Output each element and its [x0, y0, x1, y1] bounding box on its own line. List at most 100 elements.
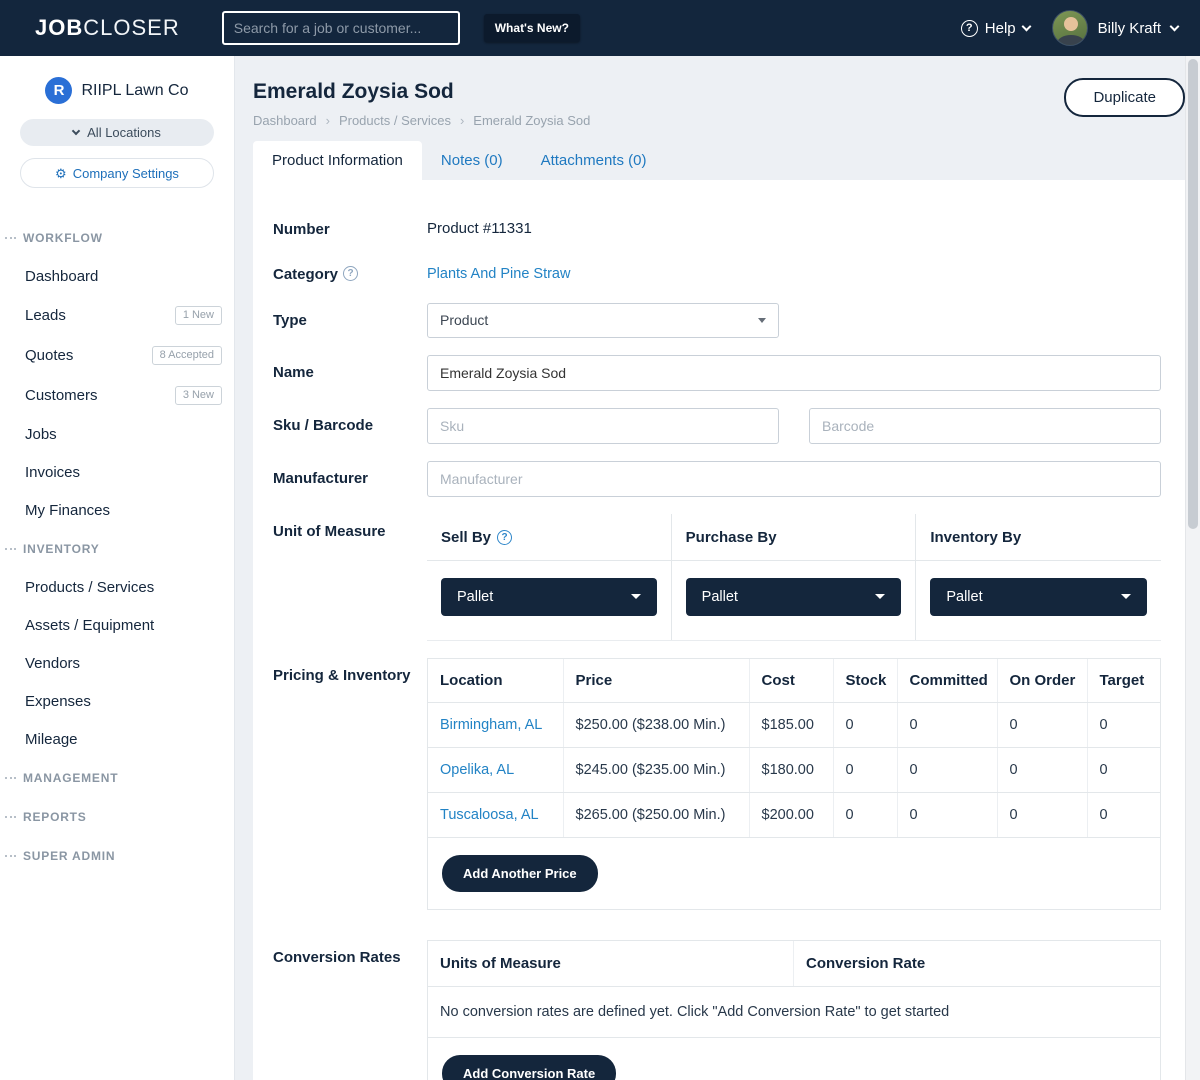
inventory-by-select[interactable]: Pallet [930, 578, 1147, 616]
help-label: Help [985, 20, 1016, 37]
inventory-by-column: Inventory By Pallet [916, 514, 1161, 640]
location-link[interactable]: Tuscaloosa, AL [440, 807, 539, 823]
target-cell: 0 [1087, 702, 1160, 747]
breadcrumb-current: Emerald Zoysia Sod [473, 113, 590, 128]
sidebar-item-products-services[interactable]: Products / Services [0, 568, 234, 606]
breadcrumb-dashboard[interactable]: Dashboard [253, 113, 317, 128]
company-settings-button[interactable]: ⚙ Company Settings [20, 158, 214, 188]
sidebar-item-label: Jobs [25, 426, 57, 443]
col-conversion-rate: Conversion Rate [794, 941, 1160, 986]
help-icon: ? [961, 20, 978, 37]
search-input[interactable] [222, 11, 460, 45]
conversion-header-row: Units of Measure Conversion Rate [428, 941, 1160, 987]
barcode-input[interactable] [809, 408, 1161, 444]
cost-cell: $185.00 [749, 702, 833, 747]
scrollbar-thumb[interactable] [1188, 59, 1198, 529]
whats-new-button[interactable]: What's New? [484, 14, 580, 42]
chevron-down-icon [631, 594, 641, 599]
sell-by-select[interactable]: Pallet [441, 578, 657, 616]
nav-section-label: SUPER ADMIN [23, 849, 115, 863]
number-row: Number Product #11331 [273, 212, 1161, 240]
company-name: RIIPL Lawn Co [81, 82, 188, 100]
name-row: Name [273, 355, 1161, 391]
manufacturer-row: Manufacturer [273, 461, 1161, 497]
sidebar-item-jobs[interactable]: Jobs [0, 415, 234, 453]
tab-bar: Product Information Notes (0) Attachment… [253, 141, 1185, 180]
conversion-table-container: Units of Measure Conversion Rate No conv… [427, 940, 1161, 1080]
company-logo: R [45, 77, 72, 104]
user-name: Billy Kraft [1098, 20, 1161, 37]
sidebar-item-label: Assets / Equipment [25, 617, 154, 634]
sidebar-item-leads[interactable]: Leads 1 New [0, 295, 234, 335]
nav-section-super-admin: SUPER ADMIN [0, 836, 234, 875]
col-location: Location [428, 659, 563, 703]
category-link[interactable]: Plants And Pine Straw [427, 266, 570, 282]
sidebar-item-label: Customers [25, 387, 98, 404]
sidebar-item-label: My Finances [25, 502, 110, 519]
location-link[interactable]: Opelika, AL [440, 762, 514, 778]
unit-of-measure-table: Sell By ? Pallet [427, 514, 1161, 641]
sidebar-item-expenses[interactable]: Expenses [0, 682, 234, 720]
name-input[interactable] [427, 355, 1161, 391]
purchase-by-header: Purchase By [672, 514, 916, 561]
pricing-header-row: Location Price Cost Stock Committed On O… [428, 659, 1160, 703]
table-row: Birmingham, AL $250.00 ($238.00 Min.) $1… [428, 702, 1160, 747]
sidebar-item-dashboard[interactable]: Dashboard [0, 257, 234, 295]
nav-section-reports: REPORTS [0, 797, 234, 836]
nav-section-workflow: WORKFLOW [0, 218, 234, 257]
chevron-down-icon [875, 594, 885, 599]
tab-product-information[interactable]: Product Information [253, 141, 422, 180]
main-content: Emerald Zoysia Sod Dashboard › Products … [235, 56, 1200, 1080]
type-select[interactable]: Product [427, 303, 779, 338]
unit-of-measure-row: Unit of Measure Sell By ? Pallet [273, 514, 1161, 641]
app-logo-bold: JOB [35, 15, 83, 40]
app-logo: JOBCLOSER [35, 15, 180, 41]
section-dash-icon [5, 548, 16, 550]
manufacturer-input[interactable] [427, 461, 1161, 497]
location-link[interactable]: Birmingham, AL [440, 717, 542, 733]
all-locations-label: All Locations [87, 125, 161, 140]
breadcrumb: Dashboard › Products / Services › Emeral… [253, 113, 590, 128]
purchase-by-select[interactable]: Pallet [686, 578, 902, 616]
sidebar-item-mileage[interactable]: Mileage [0, 720, 234, 758]
app-logo-light: CLOSER [83, 15, 179, 40]
sidebar-item-label: Expenses [25, 693, 91, 710]
tab-notes[interactable]: Notes (0) [422, 141, 522, 180]
name-label: Name [273, 355, 427, 391]
user-menu[interactable]: Billy Kraft [1052, 10, 1178, 46]
window-scrollbar[interactable] [1185, 56, 1200, 1080]
sidebar-item-my-finances[interactable]: My Finances [0, 491, 234, 529]
add-another-price-button[interactable]: Add Another Price [442, 855, 598, 892]
sidebar-item-customers[interactable]: Customers 3 New [0, 375, 234, 415]
all-locations-dropdown[interactable]: All Locations [20, 119, 214, 146]
nav-section-inventory: INVENTORY [0, 529, 234, 568]
cost-cell: $200.00 [749, 792, 833, 837]
sidebar-item-label: Vendors [25, 655, 80, 672]
price-cell: $245.00 ($235.00 Min.) [563, 747, 749, 792]
category-help-icon[interactable]: ? [343, 266, 358, 281]
page-title: Emerald Zoysia Sod [253, 80, 590, 104]
sidebar-item-assets-equipment[interactable]: Assets / Equipment [0, 606, 234, 644]
chevron-down-icon [758, 318, 766, 323]
sku-input[interactable] [427, 408, 779, 444]
type-row: Type Product [273, 303, 1161, 338]
stock-cell: 0 [833, 792, 897, 837]
duplicate-button[interactable]: Duplicate [1064, 78, 1185, 117]
col-units-of-measure: Units of Measure [428, 941, 794, 986]
sidebar: R RIIPL Lawn Co All Locations ⚙ Company … [0, 56, 235, 1080]
add-conversion-rate-button[interactable]: Add Conversion Rate [442, 1055, 616, 1080]
conversion-rates-label: Conversion Rates [273, 940, 427, 1080]
sidebar-item-quotes[interactable]: Quotes 8 Accepted [0, 335, 234, 375]
tab-attachments[interactable]: Attachments (0) [522, 141, 666, 180]
breadcrumb-products-services[interactable]: Products / Services [339, 113, 451, 128]
sell-by-help-icon[interactable]: ? [497, 530, 512, 545]
category-label: Category ? [273, 257, 427, 285]
help-menu[interactable]: ? Help [961, 20, 1030, 37]
nav-section-label: WORKFLOW [23, 231, 103, 245]
committed-cell: 0 [897, 747, 997, 792]
sidebar-item-label: Dashboard [25, 268, 98, 285]
sidebar-item-invoices[interactable]: Invoices [0, 453, 234, 491]
sidebar-item-vendors[interactable]: Vendors [0, 644, 234, 682]
section-dash-icon [5, 777, 16, 779]
pricing-inventory-row: Pricing & Inventory Location Price [273, 658, 1161, 910]
